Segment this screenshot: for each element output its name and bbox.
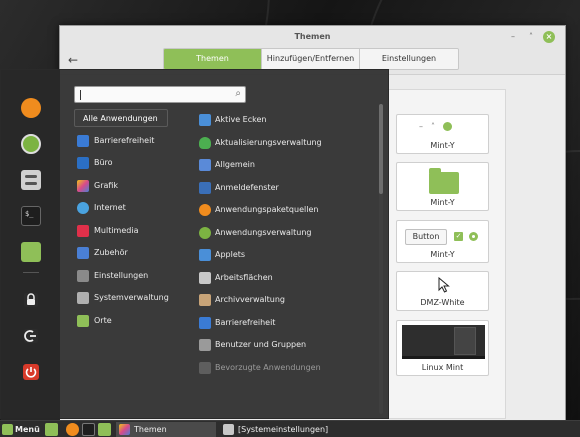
tab-add-remove[interactable]: Hinzufügen/Entfernen xyxy=(262,49,360,69)
window-title: Themen xyxy=(294,32,331,41)
theme-card-label: Mint-Y xyxy=(430,198,455,207)
app-preferred-applications[interactable]: Bevorzugte Anwendungen xyxy=(199,359,374,377)
preview-button: Button xyxy=(405,229,447,245)
scrollbar-thumb[interactable] xyxy=(379,104,383,194)
close-button[interactable]: × xyxy=(543,31,555,43)
category-settings[interactable]: Einstellungen xyxy=(77,267,187,285)
internet-icon xyxy=(77,202,89,214)
category-all-applications[interactable]: Alle Anwendungen xyxy=(74,109,168,127)
menu-button[interactable]: Menü xyxy=(2,423,40,436)
category-accessories[interactable]: Zubehör xyxy=(77,244,187,262)
files-launcher-icon[interactable] xyxy=(98,423,111,436)
theme-card-window-borders[interactable]: –˄ Mint-Y xyxy=(396,114,489,154)
firefox-icon[interactable] xyxy=(21,98,41,118)
app-applets[interactable]: Applets xyxy=(199,246,374,264)
users-icon xyxy=(199,339,211,351)
terminal-launcher-icon[interactable] xyxy=(82,423,95,436)
theme-card-desktop[interactable]: Linux Mint xyxy=(396,320,489,376)
login-window-icon xyxy=(199,182,211,194)
category-accessibility[interactable]: Barrierefreiheit xyxy=(77,132,187,150)
app-accessibility[interactable]: Barrierefreiheit xyxy=(199,314,374,332)
accessories-icon xyxy=(77,247,89,259)
accessibility-icon xyxy=(77,135,89,147)
archive-icon xyxy=(199,294,211,306)
theme-card-icons[interactable]: Mint-Y xyxy=(396,162,489,211)
back-arrow-icon[interactable]: ← xyxy=(68,53,78,67)
application-menu: $_ ⌕ Alle Anwendungen Barrierefreiheit B… xyxy=(0,69,389,420)
preferred-applications-icon xyxy=(199,362,211,374)
theme-preview-panel: –˄ Mint-Y Mint-Y Button ✓ Mint-Y DMZ-Whi… xyxy=(386,89,506,419)
tab-settings[interactable]: Einstellungen xyxy=(360,49,458,69)
category-multimedia[interactable]: Multimedia xyxy=(77,222,187,240)
general-icon xyxy=(199,159,211,171)
maximize-button[interactable]: ˄ xyxy=(525,31,537,43)
sidebar-divider xyxy=(23,272,39,273)
tab-themes[interactable]: Themen xyxy=(164,49,262,69)
search-icon: ⌕ xyxy=(235,88,241,99)
folder-icon xyxy=(429,168,459,194)
window-buttons-preview: –˄ xyxy=(419,122,452,131)
category-office[interactable]: Büro xyxy=(77,154,187,172)
workspaces-icon xyxy=(199,272,211,284)
office-icon xyxy=(77,157,89,169)
lock-icon[interactable] xyxy=(21,290,41,310)
logout-icon[interactable] xyxy=(21,326,41,346)
radio-icon xyxy=(469,232,478,241)
theme-card-label: Mint-Y xyxy=(430,250,455,259)
taskbar-item-themes[interactable]: Themen xyxy=(116,422,216,437)
firefox-launcher-icon[interactable] xyxy=(66,423,79,436)
graphics-icon xyxy=(77,180,89,192)
terminal-icon[interactable]: $_ xyxy=(21,206,41,226)
app-login-window[interactable]: Anmeldefenster xyxy=(199,179,374,197)
text-cursor xyxy=(80,90,81,100)
app-update-manager[interactable]: Aktualisierungsverwaltung xyxy=(199,134,374,152)
files-icon[interactable] xyxy=(21,242,41,262)
app-workspaces[interactable]: Arbeitsflächen xyxy=(199,269,374,287)
category-internet[interactable]: Internet xyxy=(77,199,187,217)
theme-card-mouse-pointer[interactable]: DMZ-White xyxy=(396,271,489,311)
power-icon[interactable] xyxy=(21,362,41,382)
tab-bar: Themen Hinzufügen/Entfernen Einstellunge… xyxy=(163,48,459,70)
app-software-manager[interactable]: Anwendungsverwaltung xyxy=(199,224,374,242)
app-users-groups[interactable]: Benutzer und Gruppen xyxy=(199,336,374,354)
hot-corners-icon xyxy=(199,114,211,126)
show-desktop-icon[interactable] xyxy=(45,423,58,436)
app-software-sources[interactable]: Anwendungspaketquellen xyxy=(199,201,374,219)
category-places[interactable]: Orte xyxy=(77,312,187,330)
favorites-sidebar: $_ xyxy=(1,70,60,420)
theme-card-label: Mint-Y xyxy=(430,141,455,150)
mouse-pointer-icon xyxy=(438,277,450,293)
theme-card-label: DMZ-White xyxy=(420,298,465,307)
theme-card-label: Linux Mint xyxy=(421,363,464,372)
theme-card-controls[interactable]: Button ✓ Mint-Y xyxy=(396,220,489,263)
mint-logo-icon xyxy=(2,424,13,435)
category-graphics[interactable]: Grafik xyxy=(77,177,187,195)
apps-scrollbar[interactable] xyxy=(379,104,383,414)
themes-icon xyxy=(119,424,130,435)
app-hot-corners[interactable]: Aktive Ecken xyxy=(199,111,374,129)
taskbar: Menü Themen [Systemeinstellungen] xyxy=(0,420,580,437)
places-folder-icon xyxy=(77,315,89,327)
desktop-preview-thumbnail xyxy=(402,325,485,359)
category-administration[interactable]: Systemverwaltung xyxy=(77,289,187,307)
accessibility-icon xyxy=(199,317,211,329)
administration-icon xyxy=(77,292,89,304)
search-input[interactable]: ⌕ xyxy=(74,86,246,103)
software-manager-icon xyxy=(199,227,211,239)
system-settings-icon[interactable] xyxy=(21,170,41,190)
app-general[interactable]: Allgemein xyxy=(199,156,374,174)
software-manager-icon[interactable] xyxy=(21,134,41,154)
software-sources-icon xyxy=(199,204,211,216)
shield-icon xyxy=(199,137,211,149)
taskbar-item-system-settings[interactable]: [Systemeinstellungen] xyxy=(220,422,340,437)
checkbox-icon: ✓ xyxy=(454,232,463,241)
multimedia-icon xyxy=(77,225,89,237)
app-archive-manager[interactable]: Archivverwaltung xyxy=(199,291,374,309)
applets-icon xyxy=(199,249,211,261)
system-settings-icon xyxy=(223,424,234,435)
minimize-button[interactable]: – xyxy=(507,31,519,43)
window-titlebar[interactable]: Themen – ˄ × xyxy=(60,26,565,48)
settings-icon xyxy=(77,270,89,282)
